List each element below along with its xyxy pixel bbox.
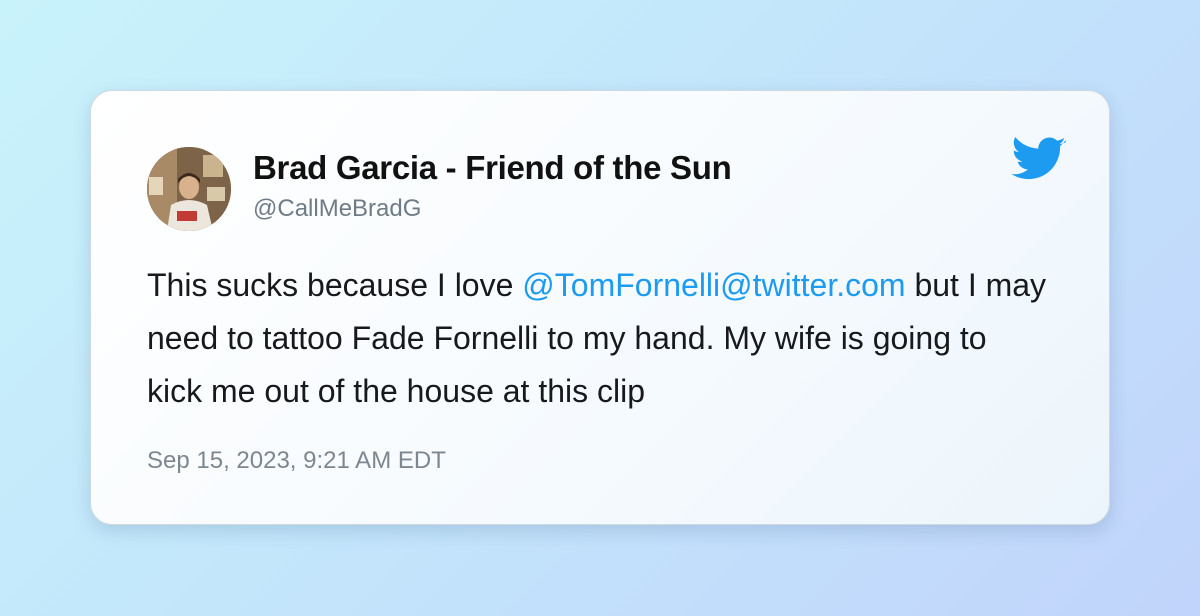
mention-link[interactable]: @TomFornelli@twitter.com xyxy=(522,267,905,303)
twitter-bird-icon[interactable] xyxy=(1011,137,1067,183)
tweet-text: This sucks because I love @TomFornelli@t… xyxy=(147,259,1047,418)
avatar[interactable] xyxy=(147,147,231,231)
tweet-card: Brad Garcia - Friend of the Sun @CallMeB… xyxy=(90,90,1110,525)
avatar-photo xyxy=(147,147,231,231)
tweet-timestamp[interactable]: Sep 15, 2023, 9:21 AM EDT xyxy=(147,447,446,475)
tweet-text-start: This sucks because I love xyxy=(147,267,523,303)
author-handle[interactable]: @CallMeBradG xyxy=(253,195,421,223)
author-name[interactable]: Brad Garcia - Friend of the Sun xyxy=(253,149,732,187)
